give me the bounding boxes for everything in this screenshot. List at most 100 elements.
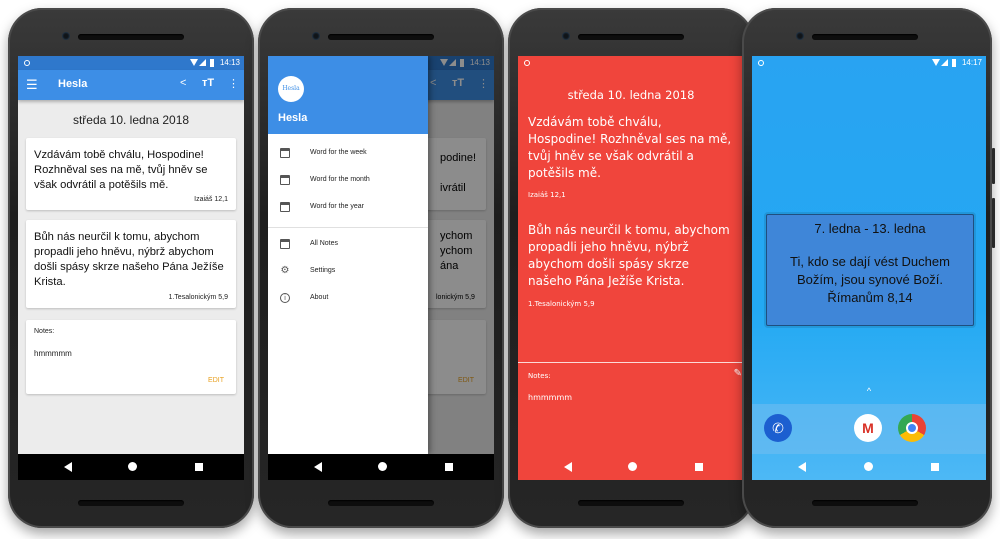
home-icon[interactable] — [628, 462, 637, 471]
status-bar — [518, 56, 744, 70]
home-icon[interactable] — [128, 462, 137, 471]
nav-bar — [518, 454, 744, 480]
app-logo: Hesla — [278, 76, 304, 102]
back-icon[interactable] — [64, 462, 72, 472]
edit-button[interactable]: EDIT — [208, 377, 224, 384]
phone-3: středa 10. ledna 2018 Vzdávám tobě chvál… — [508, 8, 754, 528]
drawer-title: Hesla — [278, 112, 308, 124]
verse-card: Bůh nás neurčil k tomu, abychom propadli… — [26, 220, 236, 308]
screen-main: 14:13 ☰ Hesla < тT ⋮ středa 10. ledna 20… — [18, 56, 244, 480]
speaker-top — [78, 34, 184, 40]
back-icon[interactable] — [314, 462, 322, 472]
gmail-app-icon[interactable]: M — [854, 414, 882, 442]
notes-text: hmmmmm — [528, 393, 573, 402]
widget-verse-text: Ti, kdo se dají vést Duchem Božím, jsou … — [790, 254, 950, 305]
signal-icon — [941, 59, 948, 66]
back-icon[interactable] — [564, 462, 572, 472]
notes-label: Notes: — [34, 328, 55, 335]
recents-icon[interactable] — [695, 463, 703, 471]
text-size-icon[interactable]: тT — [202, 77, 214, 89]
chevron-up-icon[interactable]: ^ — [752, 386, 986, 396]
screen-home-widget: 14:17 7. ledna - 13. ledna Ti, kdo se da… — [752, 56, 986, 480]
phone-4: 14:17 7. ledna - 13. ledna Ti, kdo se da… — [742, 8, 995, 528]
drawer-item-label: About — [310, 294, 329, 301]
status-time: 14:17 — [961, 58, 982, 67]
recents-icon[interactable] — [445, 463, 453, 471]
wifi-icon — [932, 59, 940, 66]
notes-card: Notes: hmmmmm EDIT — [26, 320, 236, 394]
status-time: 14:13 — [219, 58, 240, 67]
calendar-icon — [280, 202, 290, 212]
app-dock: ✆ M — [752, 404, 986, 454]
drawer-item-label: All Notes — [310, 240, 339, 247]
notes-text: hmmmmm — [34, 349, 72, 358]
notification-icon — [24, 60, 30, 66]
hamburger-menu-icon[interactable]: ☰ — [26, 77, 38, 93]
widget-date-range: 7. ledna - 13. ledna — [814, 221, 926, 236]
verse-reference: 1.Tesalonickým 5,9 — [528, 300, 595, 308]
front-camera — [796, 32, 804, 40]
verse-reference: 1.Tesalonickým 5,9 — [168, 294, 228, 301]
drawer-item-year[interactable]: Word for the year — [268, 196, 428, 220]
divider — [268, 227, 428, 228]
date-heading: středa 10. ledna 2018 — [567, 88, 695, 102]
phone-2: 14:13 < тT ⋮ podine! ivrátil ychom ychom… — [258, 8, 504, 528]
drawer-item-label: Word for the year — [310, 203, 364, 210]
info-icon: i — [280, 293, 290, 303]
more-options-icon[interactable]: ⋮ — [228, 77, 239, 90]
calendar-icon — [280, 148, 290, 158]
recents-icon[interactable] — [195, 463, 203, 471]
front-camera — [562, 32, 570, 40]
verse-widget[interactable]: 7. ledna - 13. ledna Ti, kdo se dají vés… — [766, 214, 974, 326]
speaker-top — [578, 34, 684, 40]
divider — [518, 362, 744, 363]
navigation-drawer: Hesla Hesla Word for the week Word for t… — [268, 56, 428, 454]
front-camera — [312, 32, 320, 40]
notification-icon — [524, 60, 530, 66]
speaker-top — [328, 34, 434, 40]
date-heading: středa 10. ledna 2018 — [72, 113, 190, 127]
speaker-bottom — [328, 500, 434, 506]
battery-icon — [952, 59, 956, 67]
power-button — [992, 148, 995, 184]
status-bar: 14:13 — [18, 56, 244, 70]
screen-red-theme: středa 10. ledna 2018 Vzdávám tobě chvál… — [518, 56, 744, 480]
chrome-app-icon[interactable] — [898, 414, 926, 442]
verse-text: Bůh nás neurčil k tomu, abychom propadli… — [34, 231, 224, 288]
drawer-item-week[interactable]: Word for the week — [268, 142, 428, 166]
drawer-item-label: Word for the week — [310, 149, 367, 156]
phone-app-icon[interactable]: ✆ — [764, 414, 792, 442]
speaker-bottom — [812, 500, 918, 506]
speaker-bottom — [578, 500, 684, 506]
drawer-item-settings[interactable]: ⚙ Settings — [268, 260, 428, 284]
notes-calendar-icon — [280, 239, 290, 249]
nav-bar — [268, 454, 494, 480]
chrome-center-icon — [906, 422, 918, 434]
nav-bar — [18, 454, 244, 480]
notes-label: Notes: — [528, 372, 551, 380]
phone-1: 14:13 ☰ Hesla < тT ⋮ středa 10. ledna 20… — [8, 8, 254, 528]
verse-card: Vzdávám tobě chválu, Hospodine! Rozhněva… — [26, 138, 236, 210]
home-icon[interactable] — [864, 462, 873, 471]
drawer-item-month[interactable]: Word for the month — [268, 169, 428, 193]
screen-drawer: 14:13 < тT ⋮ podine! ivrátil ychom ychom… — [268, 56, 494, 480]
calendar-icon — [280, 175, 290, 185]
speaker-top — [812, 34, 918, 40]
status-bar: 14:17 — [752, 56, 986, 70]
drawer-item-about[interactable]: i About — [268, 287, 428, 311]
recents-icon[interactable] — [931, 463, 939, 471]
verse-reference: Izaiáš 12,1 — [194, 196, 228, 203]
back-icon[interactable] — [798, 462, 806, 472]
share-icon[interactable]: < — [180, 77, 186, 89]
home-icon[interactable] — [378, 462, 387, 471]
drawer-header: Hesla Hesla — [268, 56, 428, 134]
signal-icon — [199, 59, 206, 66]
verse-reference: Izaiáš 12,1 — [528, 191, 566, 199]
gear-icon: ⚙ — [280, 265, 290, 276]
drawer-item-all-notes[interactable]: All Notes — [268, 233, 428, 257]
front-camera — [62, 32, 70, 40]
verse-text: Vzdávám tobě chválu, Hospodine! Rozhněva… — [34, 149, 208, 191]
notification-icon — [758, 60, 764, 66]
edit-pencil-icon[interactable]: ✎ — [734, 368, 742, 379]
speaker-bottom — [78, 500, 184, 506]
